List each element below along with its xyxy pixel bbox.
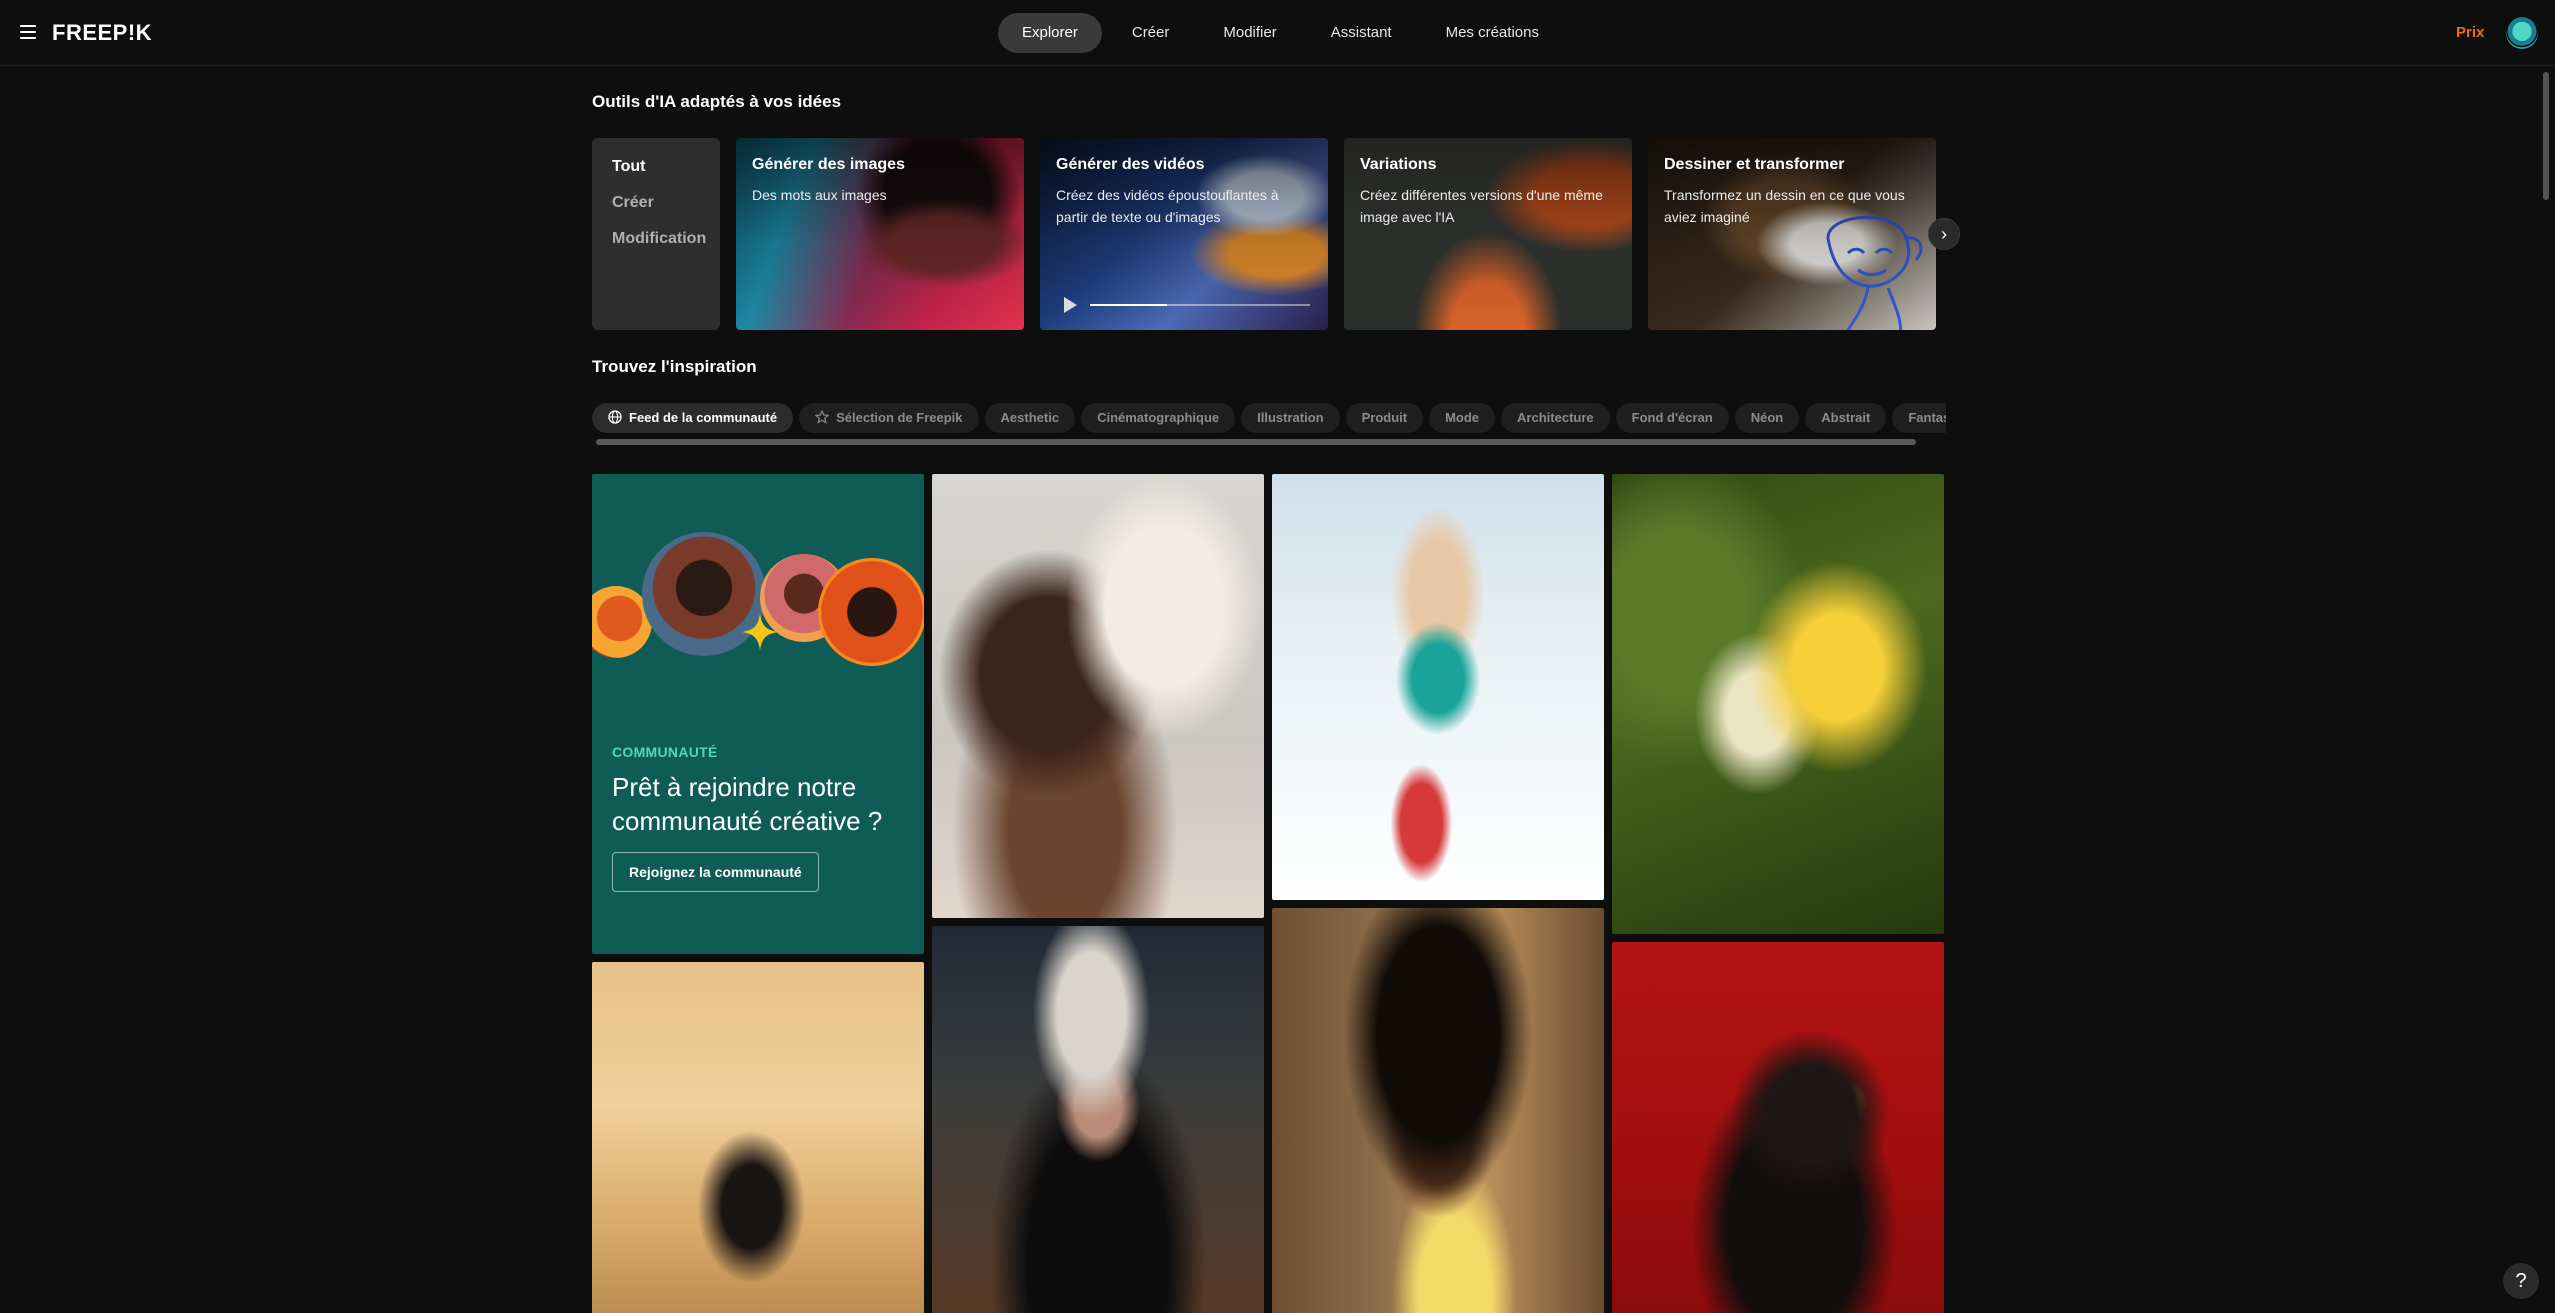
chip-abstrait[interactable]: Abstrait <box>1805 403 1887 433</box>
tool-card-sketch-transform[interactable]: Dessiner et transformer Transformez un d… <box>1648 138 1936 330</box>
community-title: Prêt à rejoindre notre communauté créati… <box>612 772 883 836</box>
freepik-logo[interactable]: FREEP!K <box>52 20 152 46</box>
chip-selection-freepik[interactable]: Sélection de Freepik <box>799 403 979 433</box>
nav-creer[interactable]: Créer <box>1108 13 1194 53</box>
chip-mode[interactable]: Mode <box>1429 403 1496 433</box>
gallery-image-couple[interactable] <box>932 474 1264 918</box>
card-title: Générer des vidéos <box>1056 156 1205 173</box>
card-description: Des mots aux images <box>752 187 887 203</box>
filter-modification[interactable]: Modification <box>612 230 720 266</box>
filter-creer[interactable]: Créer <box>612 194 720 230</box>
category-chips: Feed de la communauté Sélection de Freep… <box>592 403 1946 433</box>
globe-icon <box>608 410 622 424</box>
sparkle-icon <box>742 614 778 650</box>
star-icon <box>815 410 830 424</box>
chip-neon[interactable]: Néon <box>1734 403 1800 433</box>
card-description: Transformez un dessin en ce que vous avi… <box>1664 187 1905 225</box>
chips-horizontal-scrollbar[interactable] <box>596 439 1916 445</box>
nav-modifier[interactable]: Modifier <box>1199 13 1300 53</box>
join-community-button[interactable]: Rejoignez la communauté <box>612 852 819 892</box>
play-icon <box>1064 297 1077 313</box>
chip-illustration[interactable]: Illustration <box>1241 403 1340 433</box>
inspiration-section-title: Trouvez l'inspiration <box>592 357 757 376</box>
nav-assistant[interactable]: Assistant <box>1307 13 1416 53</box>
carousel-next-button[interactable]: › <box>1928 218 1960 250</box>
community-avatars <box>592 524 924 666</box>
gallery-image-afro-portrait[interactable] <box>1272 908 1604 1313</box>
tools-section-title: Outils d'IA adaptés à vos idées <box>592 92 842 111</box>
chip-produit[interactable]: Produit <box>1345 403 1424 433</box>
community-label: COMMUNAUTÉ <box>612 744 718 760</box>
gallery-image-eagle[interactable] <box>1612 942 1944 1313</box>
card-description: Créez différentes versions d'une même im… <box>1360 187 1603 225</box>
chip-architecture[interactable]: Architecture <box>1501 403 1610 433</box>
filter-tout[interactable]: Tout <box>612 158 720 194</box>
card-description: Créez des vidéos époustouflantes à parti… <box>1056 187 1279 225</box>
chip-fond-ecran[interactable]: Fond d'écran <box>1615 403 1729 433</box>
nav-explorer[interactable]: Explorer <box>998 13 1102 53</box>
pricing-link[interactable]: Prix <box>2456 24 2484 41</box>
card-title: Dessiner et transformer <box>1664 156 1845 173</box>
nav-mes-creations[interactable]: Mes créations <box>1422 13 1563 53</box>
gallery-image-cloud-woman[interactable] <box>932 926 1264 1313</box>
card-title: Variations <box>1360 156 1437 173</box>
chip-feed-communaute[interactable]: Feed de la communauté <box>592 403 794 433</box>
gallery-image-fairy[interactable] <box>1612 474 1944 934</box>
tool-card-generate-images[interactable]: Générer des images Des mots aux images <box>736 138 1024 330</box>
tools-filter-panel: Tout Créer Modification <box>592 138 720 330</box>
page-vertical-scrollbar[interactable] <box>2543 72 2549 200</box>
help-icon: ? <box>2515 1270 2527 1292</box>
user-avatar[interactable] <box>2506 17 2538 49</box>
hamburger-menu-icon[interactable] <box>20 25 36 39</box>
tool-card-generate-videos[interactable]: Générer des vidéos Créez des vidéos épou… <box>1040 138 1328 330</box>
chip-cinematographique[interactable]: Cinématographique <box>1081 403 1236 433</box>
main-nav: Explorer Créer Modifier Assistant Mes cr… <box>998 13 1563 53</box>
chip-fantastique[interactable]: Fantastique <box>1892 403 1946 433</box>
help-button[interactable]: ? <box>2503 1263 2539 1299</box>
card-title: Générer des images <box>752 156 905 173</box>
chip-aesthetic[interactable]: Aesthetic <box>984 403 1076 433</box>
chevron-right-icon: › <box>1941 224 1947 244</box>
tool-card-variations[interactable]: Variations Créez différentes versions d'… <box>1344 138 1632 330</box>
top-header: FREEP!K Explorer Créer Modifier Assistan… <box>0 0 2555 66</box>
video-progress-bar <box>1064 296 1314 314</box>
community-promo-card: COMMUNAUTÉ Prêt à rejoindre notre commun… <box>592 474 924 954</box>
gallery-image-knight[interactable] <box>592 962 924 1313</box>
gallery-image-snowboard-bunny[interactable] <box>1272 474 1604 900</box>
